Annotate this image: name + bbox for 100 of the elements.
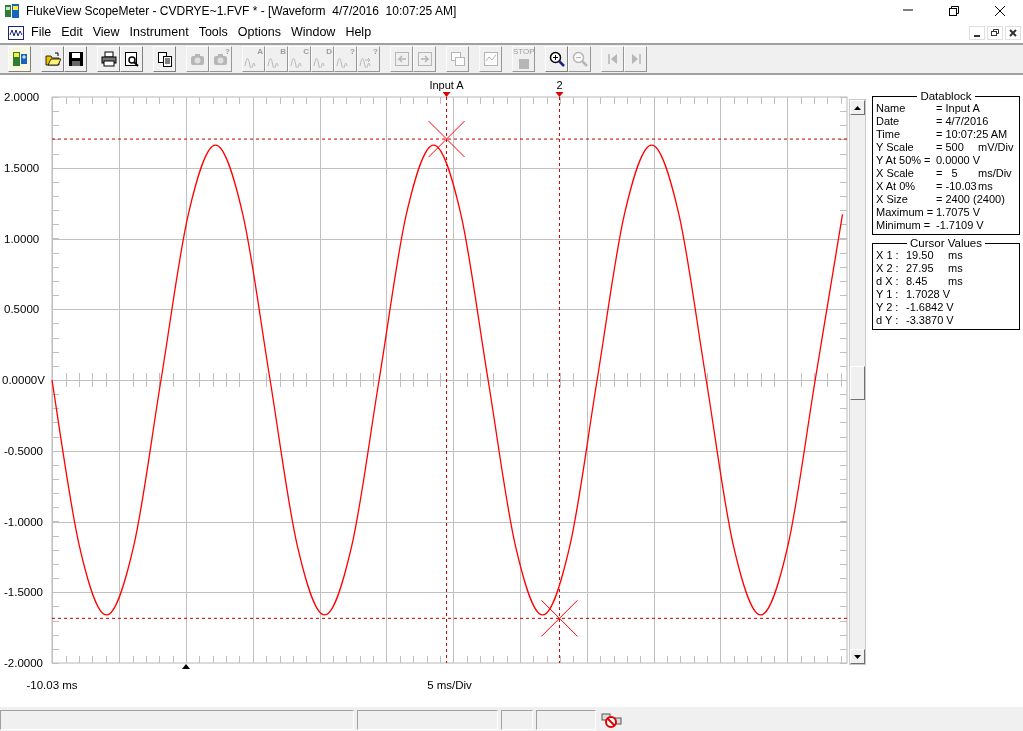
field-value: 1.7028 V bbox=[905, 288, 952, 301]
field-unit: mV/Div bbox=[978, 141, 1015, 154]
document-minimize-button[interactable] bbox=[969, 25, 985, 40]
horizontal-cursor-line[interactable] bbox=[51, 617, 848, 619]
y-axis-label: 0.5000 bbox=[4, 303, 40, 316]
disconnected-computers-icon bbox=[601, 712, 623, 728]
close-icon bbox=[994, 5, 1006, 17]
field-label: d Y : bbox=[876, 314, 900, 327]
menu-item[interactable]: Options bbox=[232, 23, 286, 42]
stop-square-icon bbox=[518, 59, 529, 69]
toolbar-button[interactable] bbox=[97, 46, 120, 72]
field-value: 8.45 bbox=[905, 275, 929, 288]
field-unit: ms bbox=[948, 249, 964, 262]
field-value: = Input A bbox=[935, 102, 981, 115]
toolbar-button[interactable] bbox=[120, 46, 143, 72]
trend-chart-icon bbox=[482, 51, 499, 67]
cursor-cross-icon bbox=[540, 599, 578, 637]
field-label: Time bbox=[876, 128, 902, 141]
restore-icon bbox=[991, 29, 999, 36]
scroll-down-button[interactable] bbox=[850, 649, 865, 664]
field-label: Name bbox=[876, 102, 907, 115]
field-value: = 10:07:25 AM bbox=[935, 128, 1009, 141]
instrument-in-icon bbox=[393, 51, 410, 67]
button-caption: C bbox=[303, 48, 309, 56]
field-label: Y 1 : bbox=[876, 288, 900, 301]
button-caption: ? bbox=[373, 48, 378, 56]
field-unit: ms bbox=[978, 180, 994, 193]
copy-icon bbox=[156, 51, 173, 67]
button-caption: D bbox=[326, 48, 332, 56]
button-caption: ? bbox=[350, 48, 355, 56]
restore-icon bbox=[948, 5, 960, 17]
open-folder-icon bbox=[44, 51, 61, 67]
x-axis-label: -10.03 ms bbox=[26, 679, 78, 691]
app-icon bbox=[4, 3, 20, 19]
toolbar-button[interactable] bbox=[545, 46, 568, 72]
scroll-up-button[interactable] bbox=[850, 100, 865, 115]
field-label: X At 0% bbox=[876, 180, 917, 193]
toolbar-button[interactable] bbox=[153, 46, 176, 72]
scopemeter-icon bbox=[11, 51, 28, 67]
field-label: X 2 : bbox=[876, 262, 900, 275]
camera-icon bbox=[189, 51, 206, 67]
button-caption: ? bbox=[225, 48, 230, 56]
field-label: Maximum = bbox=[876, 206, 934, 219]
field-unit: ms/Div bbox=[978, 167, 1013, 180]
menu-item[interactable]: View bbox=[87, 23, 125, 42]
field-value: = -10.03 bbox=[935, 180, 978, 193]
menu-item[interactable]: Window bbox=[285, 23, 341, 42]
print-preview-icon bbox=[123, 51, 140, 67]
vertical-cursor-line[interactable] bbox=[558, 96, 560, 664]
field-value: = 5 bbox=[935, 167, 959, 180]
scroll-thumb[interactable] bbox=[850, 366, 865, 400]
field-label: X Size bbox=[876, 193, 909, 206]
field-value: 19.50 bbox=[905, 249, 935, 262]
field-value: = 2400 (2400) bbox=[935, 193, 1006, 206]
field-value: = 4/7/2016 bbox=[935, 115, 990, 128]
down-arrow-icon bbox=[854, 654, 861, 659]
cursor-cross-icon bbox=[428, 120, 466, 158]
field-value: 27.95 bbox=[905, 262, 935, 275]
menu-item[interactable]: Tools bbox=[193, 23, 233, 42]
document-close-button[interactable] bbox=[1005, 25, 1021, 40]
panel-title: Cursor Values bbox=[909, 238, 983, 249]
status-pane bbox=[536, 710, 596, 730]
status-pane bbox=[501, 710, 533, 730]
toolbar-button[interactable] bbox=[41, 46, 64, 72]
menu-item[interactable]: Help bbox=[340, 23, 377, 42]
zoom-in-icon bbox=[548, 51, 565, 67]
field-value: = 500 bbox=[935, 141, 965, 154]
field-label: Date bbox=[876, 115, 901, 128]
button-caption: A bbox=[257, 48, 263, 56]
field-value: -3.3870 V bbox=[905, 314, 955, 327]
channel-label: Input A bbox=[429, 79, 464, 91]
document-restore-button[interactable] bbox=[987, 25, 1003, 40]
button-caption: STOP bbox=[513, 48, 534, 56]
field-unit: ms bbox=[948, 262, 964, 275]
y-axis-label: 2.0000 bbox=[4, 91, 40, 103]
close-icon bbox=[1009, 28, 1017, 37]
field-label: X 1 : bbox=[876, 249, 900, 262]
menu-item[interactable]: Edit bbox=[56, 23, 88, 42]
camera-icon bbox=[212, 51, 229, 67]
up-arrow-icon bbox=[854, 105, 861, 110]
zoom-out-icon bbox=[571, 51, 588, 67]
toolbar-button[interactable] bbox=[64, 46, 87, 72]
minimize-icon bbox=[974, 34, 980, 37]
y-axis-label: -1.0000 bbox=[4, 515, 43, 528]
menu-item[interactable]: Instrument bbox=[124, 23, 194, 42]
menu-item[interactable]: File bbox=[26, 23, 57, 42]
vertical-scrollbar[interactable] bbox=[849, 99, 866, 665]
y-axis-label: 1.5000 bbox=[4, 161, 40, 174]
printer-icon bbox=[100, 51, 117, 67]
field-label: X Scale bbox=[876, 167, 915, 180]
panel-title: Datablock bbox=[919, 91, 973, 102]
y-axis-label: 0.0000V bbox=[2, 374, 45, 386]
field-value: 0.0000 V bbox=[935, 154, 982, 167]
field-value: -1.6842 V bbox=[905, 301, 955, 314]
horizontal-cursor-line[interactable] bbox=[51, 138, 848, 140]
field-label: Y 2 : bbox=[876, 301, 900, 314]
field-label: d X : bbox=[876, 275, 900, 288]
x-scale-label: 5 ms/Div bbox=[427, 679, 472, 691]
vertical-cursor-line[interactable] bbox=[446, 96, 448, 664]
y-axis-label: -0.5000 bbox=[4, 444, 43, 457]
